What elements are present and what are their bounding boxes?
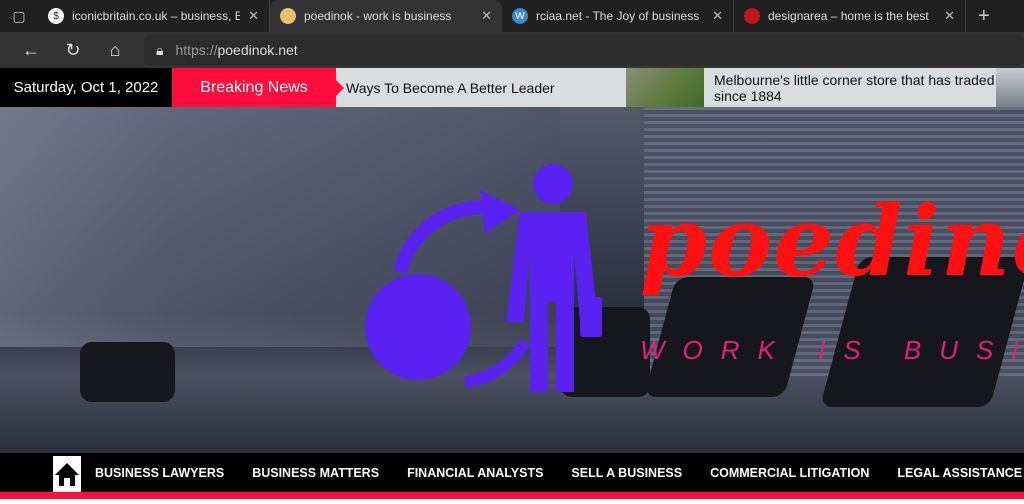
breaking-news-label: Breaking News [172,68,344,107]
nav-commercial-litigation[interactable]: COMMERCIAL LITIGATION [696,466,883,480]
nav-accent-bar [0,492,1024,499]
back-icon[interactable]: ← [10,40,52,61]
tab-poedinok[interactable]: poedinok - work is business ✕ [270,0,502,32]
close-icon[interactable]: ✕ [248,8,259,24]
url-input[interactable]: 🔒︎ https://poedinok.net [144,35,1024,65]
dollar-icon: $ [48,8,64,24]
nav-business-matters[interactable]: BUSINESS MATTERS [238,466,393,480]
tab-title: poedinok - work is business [304,9,452,23]
nav-home-button[interactable] [53,453,81,492]
designarea-icon [744,8,760,24]
nav-business-lawyers[interactable]: BUSINESS LAWYERS [81,466,238,480]
tab-bar: ▢ $ iconicbritain.co.uk – business, En ✕… [0,0,1024,32]
home-icon [55,463,79,486]
tab-designarea[interactable]: designarea – home is the best ✕ [734,0,966,32]
close-icon[interactable]: ✕ [944,8,955,24]
new-tab-icon[interactable]: + [966,5,1002,28]
hero-banner: poedinok WORK IS BUSINESS [0,107,1024,453]
tab-iconicbritain[interactable]: $ iconicbritain.co.uk – business, En ✕ [38,0,270,32]
site-icon [280,8,296,24]
url-prefix: https:// [175,42,218,58]
headline-thumbnail[interactable] [996,68,1024,107]
tab-rciaa[interactable]: W rciaa.net - The Joy of business ✕ [502,0,734,32]
tab-title: designarea – home is the best [768,9,929,23]
home-icon[interactable]: ⌂ [94,40,136,61]
url-host: poedinok.net [217,42,298,58]
headline-thumbnail[interactable] [626,68,704,107]
address-bar: ← ↻ ⌂ 🔒︎ https://poedinok.net [0,32,1024,68]
logo-icon [365,164,602,392]
nav-sell-a-business[interactable]: SELL A BUSINESS [557,466,696,480]
site-brand[interactable]: poedinok [640,185,1024,298]
tab-title: iconicbritain.co.uk – business, En [72,9,241,23]
headline-link[interactable]: Ways To Become A Better Leader [336,68,626,107]
site-tagline: WORK IS BUSINESS [640,335,1024,365]
close-icon[interactable]: ✕ [712,8,723,24]
refresh-icon[interactable]: ↻ [52,40,94,61]
tab-title: rciaa.net - The Joy of business [536,9,700,23]
news-ticker: Saturday, Oct 1, 2022 Breaking News Ways… [0,68,1024,107]
headline-link[interactable]: Melbourne's little corner store that has… [704,68,996,107]
wordpress-icon: W [512,8,528,24]
current-date: Saturday, Oct 1, 2022 [0,68,172,107]
tab-actions-icon[interactable]: ▢ [0,0,38,32]
lock-icon[interactable]: 🔒︎ [156,42,163,59]
nav-legal-assistance[interactable]: LEGAL ASSISTANCE [883,466,1024,480]
main-nav: BUSINESS LAWYERS BUSINESS MATTERS FINANC… [0,453,1024,492]
chair [80,342,175,402]
nav-financial-analysts[interactable]: FINANCIAL ANALYSTS [393,466,557,480]
close-icon[interactable]: ✕ [481,8,492,24]
